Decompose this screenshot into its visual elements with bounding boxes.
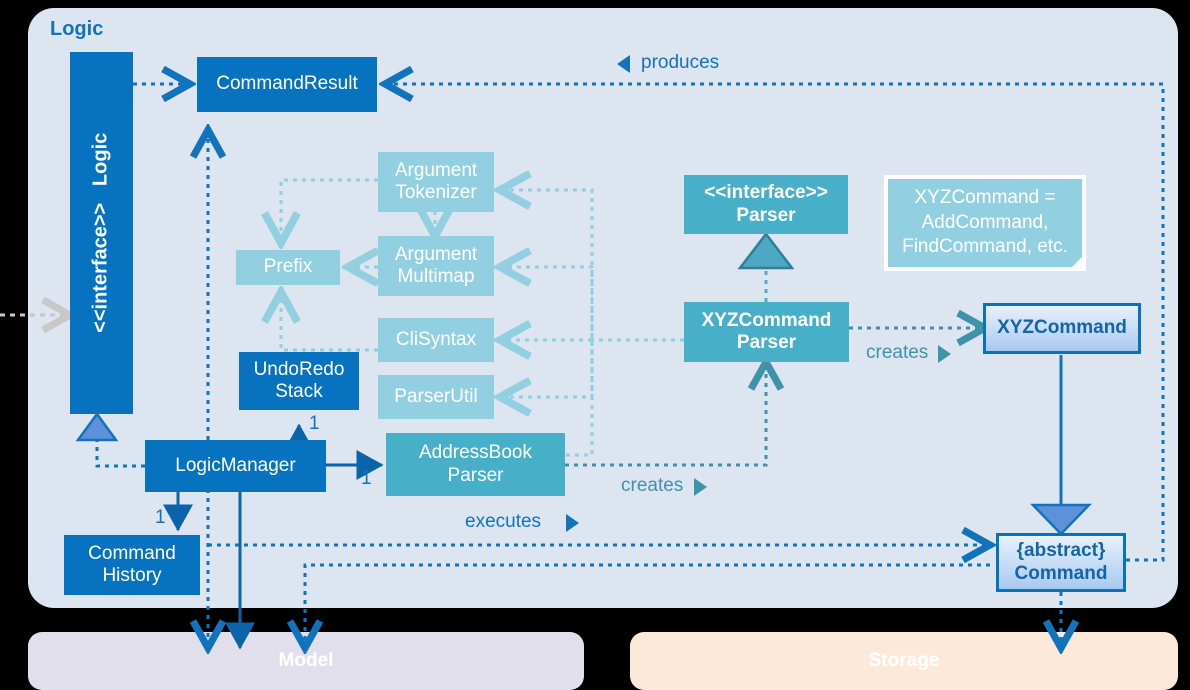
class-argument-tokenizer-line2: Tokenizer bbox=[395, 182, 477, 203]
multiplicity-address-book-parser: 1 bbox=[361, 468, 372, 489]
edge-label-creates-xyzcommandparser: creates bbox=[621, 475, 684, 496]
class-interface-parser-stereotype: <<interface>> bbox=[704, 182, 828, 204]
edge-label-creates-xyzcommand: creates bbox=[866, 342, 929, 363]
edge-tokenizer-prefix bbox=[281, 178, 378, 243]
class-abstract-command-line1: {abstract} bbox=[1016, 540, 1106, 562]
class-parser-util[interactable]: ParserUtil bbox=[378, 375, 494, 419]
class-command-result-label: CommandResult bbox=[216, 73, 358, 95]
class-command-result[interactable]: CommandResult bbox=[197, 57, 377, 112]
creates-xyzcommand-arrow-icon bbox=[938, 345, 951, 363]
interface-logic-stereotype: <<interface>> bbox=[89, 202, 112, 334]
note-line-2: AddCommand, bbox=[921, 211, 1049, 233]
multiplicity-undo-redo-stack: 1 bbox=[309, 413, 320, 434]
edge-logicmanager-realizes-logic bbox=[95, 440, 145, 468]
executes-arrow-icon bbox=[566, 514, 579, 532]
class-command-history-line1: Command bbox=[88, 542, 176, 564]
class-xyz-command-parser-line1: XYZCommand bbox=[701, 309, 832, 331]
class-command-history[interactable]: Command History bbox=[64, 535, 200, 595]
class-argument-multimap[interactable]: Argument Multimap bbox=[378, 236, 494, 296]
class-xyz-command-parser[interactable]: XYZCommand Parser bbox=[684, 302, 849, 362]
class-xyz-command-parser-line2: Parser bbox=[736, 332, 797, 353]
external-panel-storage-label: Storage bbox=[868, 650, 940, 671]
class-address-book-parser[interactable]: AddressBook Parser bbox=[386, 433, 565, 496]
class-command-history-line2: History bbox=[102, 565, 162, 586]
class-interface-logic[interactable]: <<interface>> Logic bbox=[70, 52, 133, 414]
class-logic-manager-label: LogicManager bbox=[175, 454, 296, 476]
external-panel-model-label: Model bbox=[278, 650, 334, 671]
edge-bus-to-parserutil bbox=[500, 340, 594, 397]
class-argument-tokenizer-line1: Argument bbox=[394, 159, 478, 181]
class-undo-redo-stack-line2: Stack bbox=[275, 381, 323, 402]
edge-abp-bus-to-tokenizer bbox=[500, 190, 594, 457]
class-cli-syntax-label: CliSyntax bbox=[395, 328, 477, 350]
class-xyz-command[interactable]: XYZCommand bbox=[983, 303, 1141, 354]
edge-label-executes: executes bbox=[465, 511, 542, 532]
class-diagram: Logic <<interface>> Logic CommandResult … bbox=[0, 0, 1190, 690]
produces-arrow-icon bbox=[617, 55, 630, 73]
class-argument-multimap-line2: Multimap bbox=[397, 266, 475, 287]
external-panel-storage[interactable]: Storage bbox=[630, 632, 1178, 690]
edge-label-produces: produces bbox=[641, 52, 720, 73]
page-title: Logic bbox=[50, 18, 104, 40]
class-abstract-command[interactable]: {abstract} Command bbox=[996, 533, 1126, 592]
class-interface-parser-name: Parser bbox=[736, 204, 796, 226]
class-argument-multimap-line1: Argument bbox=[394, 243, 478, 265]
class-prefix[interactable]: Prefix bbox=[236, 250, 340, 285]
generalization-triangle-command bbox=[1030, 503, 1092, 536]
class-parser-util-label: ParserUtil bbox=[394, 385, 478, 407]
class-undo-redo-stack[interactable]: UndoRedo Stack bbox=[239, 352, 359, 410]
class-address-book-parser-line2: Parser bbox=[447, 464, 504, 486]
note-line-1: XYZCommand = bbox=[914, 186, 1056, 208]
class-argument-tokenizer[interactable]: Argument Tokenizer bbox=[378, 152, 494, 212]
edge-clisyntax-prefix bbox=[281, 292, 378, 352]
class-abstract-command-line2: Command bbox=[1014, 562, 1108, 584]
edge-bus-to-argumentmultimap bbox=[500, 267, 594, 340]
edge-addressbookparser-creates-xyzcommandparser bbox=[565, 362, 766, 467]
class-logic-manager[interactable]: LogicManager bbox=[145, 440, 326, 492]
class-address-book-parser-line1: AddressBook bbox=[418, 442, 532, 464]
note-xyzcommand: XYZCommand = AddCommand, FindCommand, et… bbox=[884, 175, 1086, 271]
creates-xyzcommandparser-arrow-icon bbox=[694, 478, 707, 496]
realization-triangle-logic bbox=[75, 411, 119, 442]
multiplicity-command-history: 1 bbox=[155, 507, 166, 528]
class-xyz-command-label: XYZCommand bbox=[997, 317, 1127, 339]
class-interface-parser[interactable]: <<interface>> Parser bbox=[684, 175, 848, 234]
interface-logic-name: Logic bbox=[89, 132, 112, 187]
realization-triangle-parser bbox=[737, 231, 795, 270]
note-dogear-icon bbox=[1068, 253, 1086, 271]
class-undo-redo-stack-line1: UndoRedo bbox=[253, 358, 345, 380]
external-panel-model[interactable]: Model bbox=[28, 632, 584, 690]
class-prefix-label: Prefix bbox=[263, 256, 313, 278]
interface-logic-label: <<interface>> Logic bbox=[90, 133, 114, 333]
class-cli-syntax[interactable]: CliSyntax bbox=[378, 318, 494, 362]
note-line-3: FindCommand, etc. bbox=[902, 236, 1068, 258]
